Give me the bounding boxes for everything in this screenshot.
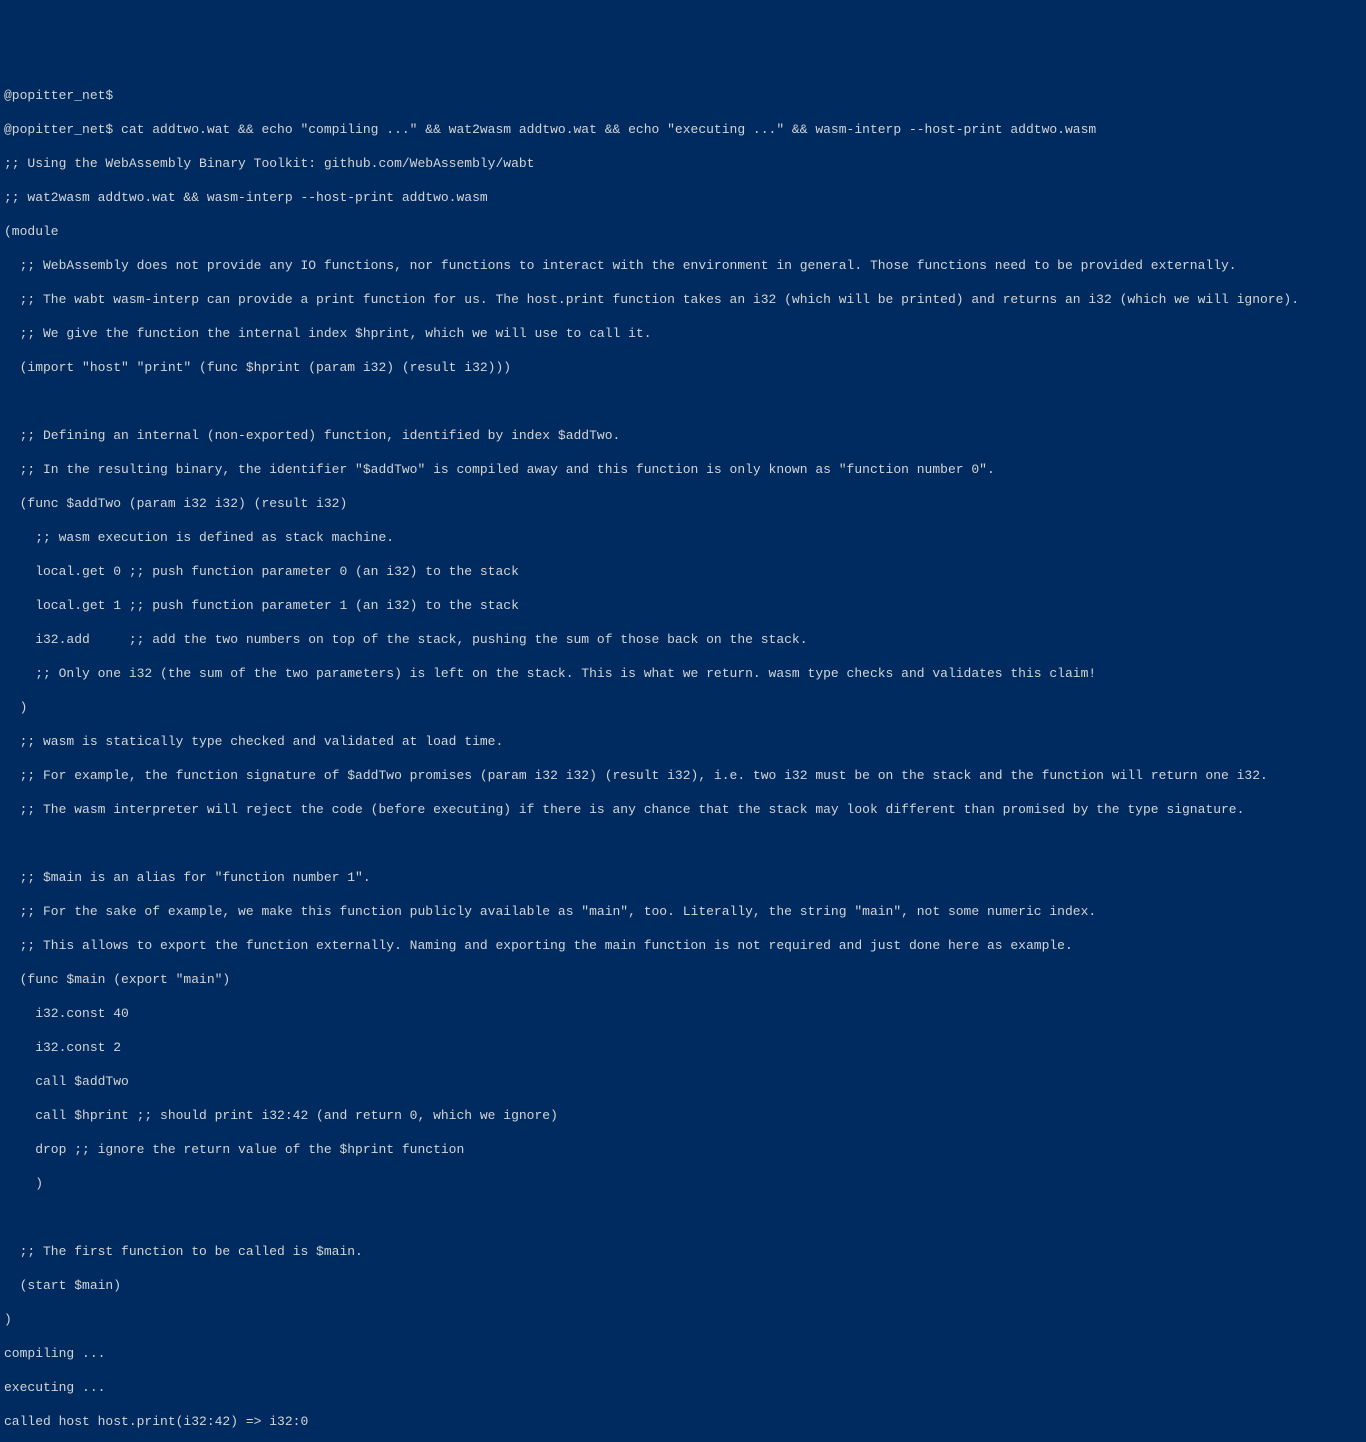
terminal-line: ;; For example, the function signature o… — [4, 767, 1362, 784]
terminal-line: ;; We give the function the internal ind… — [4, 325, 1362, 342]
terminal-line: ;; $main is an alias for "function numbe… — [4, 869, 1362, 886]
terminal-line — [4, 835, 1362, 852]
terminal-line: (module — [4, 223, 1362, 240]
terminal-line: ) — [4, 1311, 1362, 1328]
terminal-output[interactable]: @popitter_net$ @popitter_net$ cat addtwo… — [0, 68, 1366, 1442]
terminal-line — [4, 393, 1362, 410]
terminal-line: ;; For the sake of example, we make this… — [4, 903, 1362, 920]
terminal-line: i32.add ;; add the two numbers on top of… — [4, 631, 1362, 648]
terminal-line: executing ... — [4, 1379, 1362, 1396]
terminal-line: ) — [4, 1175, 1362, 1192]
terminal-line: ;; wasm execution is defined as stack ma… — [4, 529, 1362, 546]
terminal-line: ;; The first function to be called is $m… — [4, 1243, 1362, 1260]
terminal-line: compiling ... — [4, 1345, 1362, 1362]
terminal-line: @popitter_net$ cat addtwo.wat && echo "c… — [4, 121, 1362, 138]
terminal-line — [4, 1209, 1362, 1226]
terminal-line: call $addTwo — [4, 1073, 1362, 1090]
terminal-line: ;; wat2wasm addtwo.wat && wasm-interp --… — [4, 189, 1362, 206]
terminal-line: drop ;; ignore the return value of the $… — [4, 1141, 1362, 1158]
terminal-line: ;; WebAssembly does not provide any IO f… — [4, 257, 1362, 274]
terminal-line: call $hprint ;; should print i32:42 (and… — [4, 1107, 1362, 1124]
terminal-line: (start $main) — [4, 1277, 1362, 1294]
terminal-line: local.get 1 ;; push function parameter 1… — [4, 597, 1362, 614]
terminal-line: (import "host" "print" (func $hprint (pa… — [4, 359, 1362, 376]
terminal-line: i32.const 40 — [4, 1005, 1362, 1022]
terminal-line: @popitter_net$ — [4, 87, 1362, 104]
terminal-line: (func $addTwo (param i32 i32) (result i3… — [4, 495, 1362, 512]
terminal-line: ;; In the resulting binary, the identifi… — [4, 461, 1362, 478]
terminal-line: ;; The wasm interpreter will reject the … — [4, 801, 1362, 818]
terminal-line: ) — [4, 699, 1362, 716]
terminal-line: i32.const 2 — [4, 1039, 1362, 1056]
terminal-line: ;; Using the WebAssembly Binary Toolkit:… — [4, 155, 1362, 172]
terminal-line: ;; Defining an internal (non-exported) f… — [4, 427, 1362, 444]
terminal-line: local.get 0 ;; push function parameter 0… — [4, 563, 1362, 580]
terminal-line: ;; The wabt wasm-interp can provide a pr… — [4, 291, 1362, 308]
terminal-line: ;; Only one i32 (the sum of the two para… — [4, 665, 1362, 682]
terminal-line: ;; wasm is statically type checked and v… — [4, 733, 1362, 750]
terminal-line: called host host.print(i32:42) => i32:0 — [4, 1413, 1362, 1430]
terminal-line: ;; This allows to export the function ex… — [4, 937, 1362, 954]
terminal-line: (func $main (export "main") — [4, 971, 1362, 988]
